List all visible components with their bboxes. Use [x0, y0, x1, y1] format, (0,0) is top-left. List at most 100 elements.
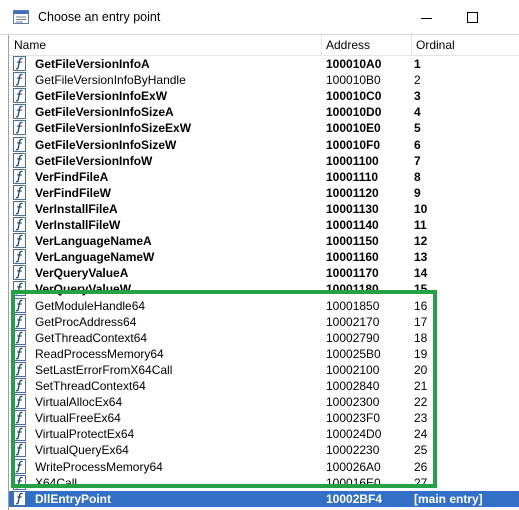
entry-name: GetModuleHandle64	[35, 298, 146, 313]
entry-name: GetFileVersionInfoExW	[35, 89, 168, 104]
entry-ordinal: 3	[414, 89, 421, 104]
entry-ordinal: 23	[414, 411, 428, 426]
function-icon	[13, 426, 26, 442]
list-row[interactable]: VerFindFileA 10001110 8	[9, 168, 519, 185]
function-icon	[13, 265, 26, 281]
entry-address: 100010D0	[326, 105, 382, 120]
minimize-button[interactable]	[404, 4, 450, 30]
function-icon	[13, 200, 26, 216]
column-separator[interactable]	[411, 35, 412, 55]
list-row-selected[interactable]: DllEntryPoint 10002BF4 [main entry]	[9, 490, 519, 507]
entry-name: GetFileVersionInfoSizeExW	[35, 121, 192, 136]
list-row[interactable]: GetFileVersionInfoExW 100010C0 3	[9, 88, 519, 104]
entry-ordinal: 26	[414, 459, 428, 474]
entry-ordinal: 25	[414, 443, 428, 458]
list-row[interactable]: VirtualAllocEx64 10002300 22	[9, 394, 519, 410]
entry-name: VerLanguageNameW	[35, 250, 155, 265]
function-icon	[13, 490, 26, 506]
entry-ordinal: 9	[414, 185, 421, 200]
list-row[interactable]: VerInstallFileW 10001140 11	[9, 217, 519, 233]
entry-address: 10001850	[326, 298, 380, 313]
entry-name: SetThreadContext64	[35, 379, 146, 393]
window-title: Choose an entry point	[38, 10, 161, 24]
title-bar[interactable]: Choose an entry point	[0, 0, 519, 34]
list-row[interactable]: GetFileVersionInfoA 100010A0 1	[9, 56, 519, 72]
list-row[interactable]: VerQueryValueW 10001180 15	[9, 281, 519, 297]
maximize-button[interactable]	[450, 4, 496, 30]
entry-ordinal: 18	[414, 330, 428, 345]
list-row[interactable]: VerLanguageNameA 10001150 12	[9, 233, 519, 249]
entry-ordinal: 14	[414, 266, 428, 281]
function-icon	[13, 474, 26, 490]
list-row[interactable]: X64Call 100016E0 27	[9, 474, 519, 491]
function-icon	[13, 233, 26, 249]
entry-ordinal: 27	[414, 475, 428, 490]
function-icon	[13, 458, 26, 474]
entry-ordinal: 8	[414, 169, 421, 184]
list-row[interactable]: GetProcAddress64 10002170 17	[9, 313, 519, 330]
list-row[interactable]: SetLastErrorFromX64Call 10002100 20	[9, 361, 519, 378]
function-icon	[13, 378, 26, 393]
list-row[interactable]: GetFileVersionInfoByHandle 100010B0 2	[9, 72, 519, 88]
entry-ordinal: 12	[414, 234, 428, 249]
list-row[interactable]: VerQueryValueA 10001170 14	[9, 265, 519, 281]
entry-address: 100025B0	[326, 346, 381, 361]
entry-point-list[interactable]: GetFileVersionInfoA 100010A0 1 GetFileVersi…	[9, 56, 519, 510]
list-row[interactable]: SetThreadContext64 10002840 21	[9, 378, 519, 394]
function-icon	[13, 345, 26, 361]
entry-name: GetFileVersionInfoByHandle	[35, 73, 186, 88]
list-row[interactable]: VerFindFileW 10001120 9	[9, 184, 519, 201]
entry-address: 100016E0	[326, 475, 381, 490]
entry-address: 10001140	[326, 218, 379, 232]
list-row[interactable]: GetThreadContext64 10002790 18	[9, 329, 519, 346]
column-separator[interactable]	[321, 35, 322, 55]
entry-address: 10002840	[326, 379, 380, 393]
entry-address: 10002790	[326, 330, 380, 345]
dialog-app-icon	[13, 10, 29, 24]
list-row[interactable]: GetFileVersionInfoSizeExW 100010E0 5	[9, 120, 519, 136]
function-icon	[13, 313, 26, 329]
column-header-address[interactable]: Address	[326, 35, 370, 55]
list-row[interactable]: ReadProcessMemory64 100025B0 19	[9, 345, 519, 362]
entry-ordinal: 7	[414, 153, 421, 168]
list-row[interactable]: VerInstallFileA 10001130 10	[9, 200, 519, 217]
entry-name: GetFileVersionInfoSizeW	[35, 137, 177, 152]
entry-name: VirtualFreeEx64	[35, 411, 121, 426]
entry-address: 100010A0	[326, 57, 382, 71]
entry-address: 10002230	[326, 443, 380, 458]
entry-address: 10001130	[326, 201, 379, 216]
function-icon	[13, 104, 26, 120]
function-icon	[13, 361, 26, 377]
entry-ordinal: 17	[414, 314, 428, 329]
list-row[interactable]: GetFileVersionInfoSizeW 100010F0 6	[9, 136, 519, 153]
entry-name: VerFindFileA	[35, 169, 109, 184]
list-row[interactable]: GetFileVersionInfoW 10001100 7	[9, 152, 519, 169]
list-row[interactable]: GetModuleHandle64 10001850 16	[9, 297, 519, 314]
list-row[interactable]: VirtualQueryEx64 10002230 25	[9, 442, 519, 458]
entry-name: GetFileVersionInfoSizeA	[35, 105, 174, 120]
entry-name: VerQueryValueA	[35, 266, 129, 281]
list-row[interactable]: VerLanguageNameW 10001160 13	[9, 249, 519, 265]
minimize-icon	[421, 18, 432, 19]
entry-address: 100010C0	[326, 89, 382, 104]
entry-name: ReadProcessMemory64	[35, 346, 164, 361]
function-icon	[13, 249, 26, 265]
function-icon	[13, 394, 26, 410]
entry-address: 10002300	[326, 395, 380, 410]
entry-name: GetFileVersionInfoA	[35, 57, 150, 71]
entry-ordinal: 5	[414, 121, 421, 136]
list-row[interactable]: VirtualProtectEx64 100024D0 24	[9, 426, 519, 442]
entry-ordinal: [main entry]	[414, 491, 483, 506]
column-header-name[interactable]: Name	[14, 35, 46, 55]
entry-address: 100010E0	[326, 121, 381, 136]
entry-ordinal: 4	[414, 105, 421, 120]
list-row[interactable]: GetFileVersionInfoSizeA 100010D0 4	[9, 104, 519, 120]
entry-address: 10001150	[326, 234, 379, 249]
function-icon	[13, 136, 26, 152]
list-row[interactable]: WriteProcessMemory64 100026A0 26	[9, 458, 519, 475]
list-row[interactable]: VirtualFreeEx64 100023F0 23	[9, 410, 519, 426]
function-icon	[13, 281, 26, 297]
column-header-ordinal[interactable]: Ordinal	[416, 35, 455, 55]
function-icon	[13, 168, 26, 184]
function-icon	[13, 297, 26, 313]
